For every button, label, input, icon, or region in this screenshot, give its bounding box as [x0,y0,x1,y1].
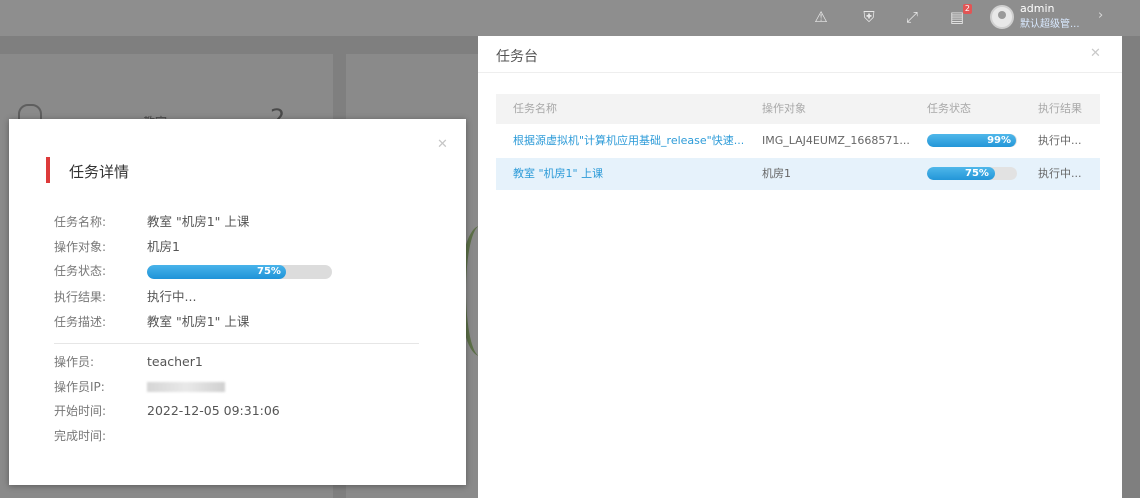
task-progress-bar: 99% [927,134,1017,147]
task-detail-dialog: ✕ 任务详情 任务名称: 教室 "机房1" 上课 操作对象: 机房1 任务状态:… [9,119,466,485]
field-label: 开始时间: [54,404,107,418]
progress-label: 75% [257,266,281,277]
field-value: 教室 "机房1" 上课 [147,314,250,329]
user-role[interactable]: 默认超级管... [1020,15,1080,30]
shield-icon[interactable]: ⛨ [860,8,878,26]
field-value: 机房1 [147,239,180,254]
task-result: 执行中... [1038,167,1082,180]
warning-icon[interactable]: ⚠ [812,8,830,26]
status-progress-bar: 75% [147,265,332,279]
progress-label: 75% [965,168,989,179]
dialog-title: 任务详情 [69,163,130,181]
field-label: 操作员: [54,355,95,369]
message-badge: 2 [962,4,972,14]
column-header: 执行结果 [1038,102,1082,115]
top-bar: ⚠ ⛨ ⤢ ▤ 2 admin 默认超级管... › [0,0,1140,36]
field-value: teacher1 [147,354,203,369]
field-label: 完成时间: [54,429,107,443]
redacted-ip [147,382,225,392]
column-header: 操作对象 [762,102,806,115]
divider [478,72,1122,73]
fullscreen-icon[interactable]: ⤢ [903,8,921,26]
avatar[interactable] [990,5,1014,29]
field-value: 执行中... [147,289,197,304]
column-header: 任务状态 [927,102,971,115]
chevron-right-icon[interactable]: › [1098,8,1103,23]
title-marker [46,157,50,183]
field-label: 任务名称: [54,215,107,229]
progress-label: 99% [987,135,1011,146]
field-value: 教室 "机房1" 上课 [147,214,250,229]
task-panel: 任务台 ✕ 任务名称 操作对象 任务状态 执行结果 根据源虚拟机"计算机应用基础… [478,36,1122,498]
table-row[interactable]: 教室 "机房1" 上课 机房1 75% 执行中... [496,158,1100,190]
task-target: 机房1 [762,167,791,180]
task-progress-bar: 75% [927,167,1017,180]
task-name-link[interactable]: 教室 "机房1" 上课 [513,158,743,190]
close-icon[interactable]: ✕ [1090,46,1101,61]
close-icon[interactable]: ✕ [437,137,448,152]
task-target: IMG_LAJ4EUMZ_1668571... [762,134,910,147]
field-label: 任务描述: [54,315,107,329]
message-icon[interactable]: ▤ 2 [948,4,972,26]
field-value: 2022-12-05 09:31:06 [147,403,280,418]
field-label: 操作对象: [54,240,107,254]
table-header: 任务名称 操作对象 任务状态 执行结果 [496,94,1100,124]
field-label: 执行结果: [54,290,107,304]
task-result: 执行中... [1038,134,1082,147]
table-row[interactable]: 根据源虚拟机"计算机应用基础_release"快速... IMG_LAJ4EUM… [496,125,1100,157]
divider [54,343,419,344]
user-name[interactable]: admin [1020,2,1054,15]
task-name-link[interactable]: 根据源虚拟机"计算机应用基础_release"快速... [513,125,743,157]
task-panel-title: 任务台 [496,49,538,65]
field-label: 操作员IP: [54,380,105,394]
field-label: 任务状态: [54,264,107,278]
column-header: 任务名称 [513,102,557,115]
